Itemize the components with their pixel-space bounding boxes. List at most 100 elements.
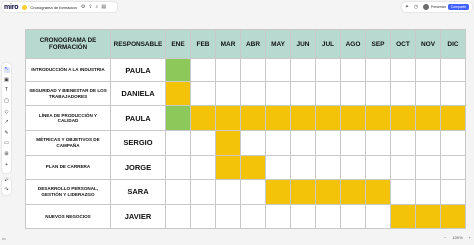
scheduled-cell[interactable] [340, 178, 366, 205]
activity-cell[interactable]: SEGURIDAD Y BIENESTAR DE LOS TRABAJADORE… [25, 81, 111, 107]
pen-icon[interactable]: ✎ [4, 130, 10, 137]
zoom-in-icon[interactable]: + [469, 235, 471, 240]
empty-cell[interactable] [390, 57, 416, 83]
empty-cell[interactable] [440, 178, 466, 205]
scheduled-cell[interactable] [265, 105, 291, 132]
empty-cell[interactable] [315, 154, 341, 180]
empty-cell[interactable] [290, 154, 316, 180]
scheduled-cell[interactable] [340, 105, 366, 132]
text-icon[interactable]: T [4, 88, 10, 94]
empty-cell[interactable] [315, 81, 341, 107]
empty-cell[interactable] [165, 130, 191, 156]
empty-cell[interactable] [190, 178, 216, 205]
empty-cell[interactable] [190, 130, 216, 156]
responsable-cell[interactable]: DANIELA [110, 81, 166, 107]
responsable-cell[interactable]: JAVIER [110, 203, 166, 230]
scheduled-cell[interactable] [290, 105, 316, 132]
empty-cell[interactable] [240, 57, 266, 83]
empty-cell[interactable] [365, 203, 391, 230]
empty-cell[interactable] [190, 57, 216, 83]
select-icon[interactable]: ↖ [3, 67, 10, 74]
empty-cell[interactable] [365, 57, 391, 83]
responsable-cell[interactable]: SARA [110, 178, 166, 205]
empty-cell[interactable] [390, 81, 416, 107]
responsable-cell[interactable]: SERGIO [110, 130, 166, 156]
scheduled-cell[interactable] [365, 178, 391, 205]
scheduled-cell[interactable] [390, 203, 416, 230]
scheduled-cell[interactable] [165, 81, 191, 107]
empty-cell[interactable] [240, 178, 266, 205]
empty-cell[interactable] [215, 203, 241, 230]
scheduled-cell[interactable] [440, 105, 466, 132]
activity-cell[interactable]: INTRODUCCIÓN A LA INDUSTRIA [25, 57, 111, 83]
more-tools-icon[interactable]: + [4, 162, 10, 169]
avatar[interactable] [422, 4, 429, 10]
empty-cell[interactable] [265, 203, 291, 230]
scheduled-cell[interactable] [240, 154, 266, 180]
empty-cell[interactable] [240, 203, 266, 230]
empty-cell[interactable] [415, 57, 441, 83]
empty-cell[interactable] [440, 154, 466, 180]
more-icon[interactable]: ▤ [101, 4, 106, 10]
settings-icon[interactable]: ⚙ [81, 4, 85, 10]
zoom-level[interactable]: 100% [452, 235, 462, 240]
empty-cell[interactable] [165, 178, 191, 205]
empty-cell[interactable] [440, 81, 466, 107]
scheduled-cell[interactable] [415, 105, 441, 132]
activity-cell[interactable]: NUEVOS NEGOCIOS [25, 203, 111, 230]
comment-icon[interactable]: ▭ [4, 141, 10, 147]
empty-cell[interactable] [440, 57, 466, 83]
export-icon[interactable]: ⇪ [88, 4, 92, 10]
empty-cell[interactable] [190, 154, 216, 180]
empty-cell[interactable] [290, 130, 316, 156]
empty-cell[interactable] [290, 203, 316, 230]
empty-cell[interactable] [215, 81, 241, 107]
miro-logo[interactable]: miro [4, 4, 19, 11]
empty-cell[interactable] [290, 57, 316, 83]
empty-cell[interactable] [165, 154, 191, 180]
empty-cell[interactable] [215, 178, 241, 205]
empty-cell[interactable] [165, 203, 191, 230]
scheduled-cell[interactable] [215, 154, 241, 180]
empty-cell[interactable] [415, 130, 441, 156]
responsable-cell[interactable]: JORGE [110, 154, 166, 180]
empty-cell[interactable] [415, 81, 441, 107]
scheduled-cell[interactable] [215, 105, 241, 132]
frame-icon[interactable]: ▣ [4, 77, 10, 84]
scheduled-cell[interactable] [165, 57, 191, 83]
shape-icon[interactable]: ◇ [4, 109, 10, 116]
activity-cell[interactable]: DESARROLLO PERSONAL, GESTIÓN Y LIDERAZGO [25, 178, 111, 205]
empty-cell[interactable] [315, 203, 341, 230]
activity-cell[interactable]: MÉTRICAS Y OBJETIVOS DE CAMPAÑA [25, 130, 111, 156]
scheduled-cell[interactable] [265, 178, 291, 205]
empty-cell[interactable] [265, 57, 291, 83]
reactions-icon[interactable]: ✦ [405, 4, 409, 10]
redo-icon[interactable]: ↷ [4, 187, 10, 194]
empty-cell[interactable] [265, 81, 291, 107]
empty-cell[interactable] [390, 154, 416, 180]
scheduled-cell[interactable] [165, 105, 191, 132]
scheduled-cell[interactable] [315, 178, 341, 205]
empty-cell[interactable] [265, 154, 291, 180]
empty-cell[interactable] [315, 57, 341, 83]
scheduled-cell[interactable] [290, 178, 316, 205]
present-button[interactable]: Presentar [431, 5, 446, 9]
empty-cell[interactable] [365, 81, 391, 107]
empty-cell[interactable] [440, 130, 466, 156]
scheduled-cell[interactable] [365, 105, 391, 132]
empty-cell[interactable] [240, 81, 266, 107]
empty-cell[interactable] [365, 154, 391, 180]
undo-icon[interactable]: ↶ [4, 179, 10, 185]
scheduled-cell[interactable] [315, 105, 341, 132]
line-icon[interactable]: ↗ [4, 120, 10, 126]
activity-cell[interactable]: PLAN DE CARRERA [25, 154, 111, 180]
activity-cell[interactable]: LÍNEA DE PRODUCCIÓN Y CALIDAD [25, 105, 111, 132]
empty-cell[interactable] [240, 130, 266, 156]
zoom-out-icon[interactable]: − [444, 235, 446, 240]
empty-cell[interactable] [390, 178, 416, 205]
scheduled-cell[interactable] [440, 203, 466, 230]
scheduled-cell[interactable] [215, 130, 241, 156]
share-button[interactable]: Compartir [447, 4, 470, 10]
search-icon[interactable]: ⌕ [96, 4, 99, 10]
scheduled-cell[interactable] [190, 105, 216, 132]
